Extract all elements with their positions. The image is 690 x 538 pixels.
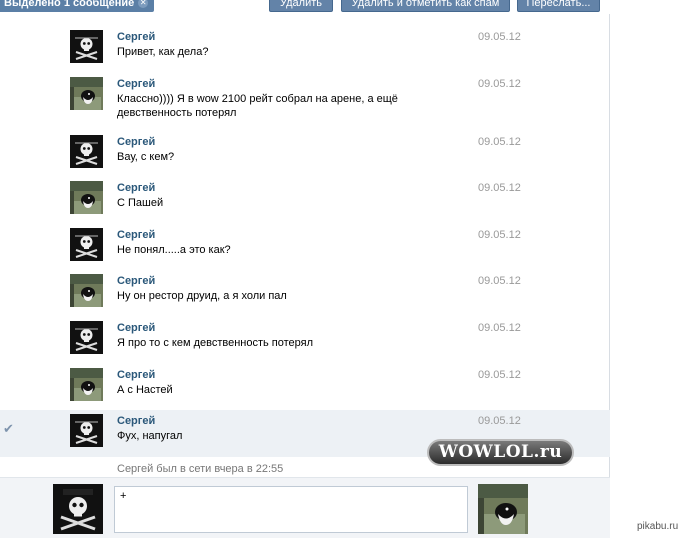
- message-text: А с Настей: [117, 383, 173, 396]
- message-date: 09.05.12: [478, 135, 521, 148]
- message-text: С Пашей: [117, 197, 164, 210]
- pirate-avatar[interactable]: [70, 227, 103, 261]
- message-item[interactable]: Сергей 09.05.12 Классно)))) Я в wow 2100…: [0, 73, 610, 131]
- message-item[interactable]: Сергей 09.05.12 С Пашей: [0, 177, 610, 224]
- message-item[interactable]: Сергей 09.05.12 Ну он рестор друид, а я …: [0, 270, 610, 317]
- message-date: 09.05.12: [478, 275, 521, 288]
- message-text: Классно)))) Я в wow 2100 рейт собрал на …: [117, 92, 398, 119]
- message-input[interactable]: +: [114, 486, 468, 533]
- action-bar: Выделено 1 сообщение ✕ Удалить Удалить и…: [0, 0, 610, 14]
- selection-badge: Выделено 1 сообщение ✕: [0, 0, 155, 12]
- message-author[interactable]: Сергей: [117, 136, 155, 148]
- message-text: Вау, с кем?: [117, 150, 175, 163]
- cat-avatar[interactable]: [70, 76, 103, 110]
- site-watermark: pikabu.ru: [637, 521, 679, 532]
- message-date: 09.05.12: [478, 415, 521, 428]
- message-text: Привет, как дела?: [117, 46, 209, 58]
- message-item[interactable]: Сергей 09.05.12 Привет, как дела?: [0, 26, 610, 73]
- message-item[interactable]: Сергей 09.05.12 Не понял.....а это как?: [0, 224, 610, 271]
- message-author[interactable]: Сергей: [117, 78, 155, 90]
- message-date: 09.05.12: [478, 321, 521, 334]
- message-item[interactable]: Сергей 09.05.12 А с Настей: [0, 364, 610, 411]
- message-author[interactable]: Сергей: [117, 369, 155, 381]
- message-composer: +: [0, 477, 610, 538]
- message-author[interactable]: Сергей: [117, 182, 155, 194]
- message-date: 09.05.12: [478, 368, 521, 381]
- message-item[interactable]: Сергей 09.05.12 Я про то с кем девственн…: [0, 317, 610, 364]
- message-author[interactable]: Сергей: [117, 275, 155, 287]
- message-list: Сергей 09.05.12 Привет, как дела? Сергей…: [0, 26, 610, 457]
- message-text: Ну он рестор друид, а я холи пал: [117, 290, 287, 303]
- cat-avatar[interactable]: [70, 274, 103, 308]
- delete-and-spam-button[interactable]: Удалить и отметить как спам: [341, 0, 510, 12]
- peer-avatar[interactable]: [478, 484, 528, 534]
- message-author[interactable]: Сергей: [117, 31, 155, 43]
- online-status: Сергей был в сети вчера в 22:55: [117, 463, 284, 475]
- message-text: Я про то с кем девственность потерял: [117, 336, 314, 349]
- forward-button[interactable]: Переслать...: [517, 0, 600, 12]
- message-author[interactable]: Сергей: [117, 415, 155, 427]
- message-author[interactable]: Сергей: [117, 322, 155, 334]
- message-date: 09.05.12: [478, 77, 521, 90]
- message-date: 09.05.12: [478, 31, 521, 43]
- cat-avatar[interactable]: [70, 181, 103, 215]
- message-date: 09.05.12: [478, 182, 521, 195]
- selection-label: Выделено 1 сообщение: [4, 0, 135, 9]
- cat-avatar[interactable]: [70, 367, 103, 401]
- pirate-avatar[interactable]: [70, 414, 103, 448]
- message-date: 09.05.12: [478, 228, 521, 241]
- message-author[interactable]: Сергей: [117, 229, 155, 241]
- pirate-avatar[interactable]: [70, 134, 103, 168]
- message-text: Не понял.....а это как?: [117, 243, 231, 256]
- pirate-avatar[interactable]: [70, 320, 103, 354]
- message-item[interactable]: Сергей 09.05.12 Вау, с кем?: [0, 131, 610, 178]
- watermark-logo: WOWLOL.ru: [427, 439, 574, 466]
- pirate-avatar[interactable]: [70, 30, 103, 63]
- checkmark-icon[interactable]: ✔: [3, 422, 15, 435]
- delete-button[interactable]: Удалить: [269, 0, 333, 12]
- my-avatar[interactable]: [53, 484, 103, 534]
- clear-selection-icon[interactable]: ✕: [138, 0, 149, 8]
- message-text: Фух, напугал: [117, 430, 183, 443]
